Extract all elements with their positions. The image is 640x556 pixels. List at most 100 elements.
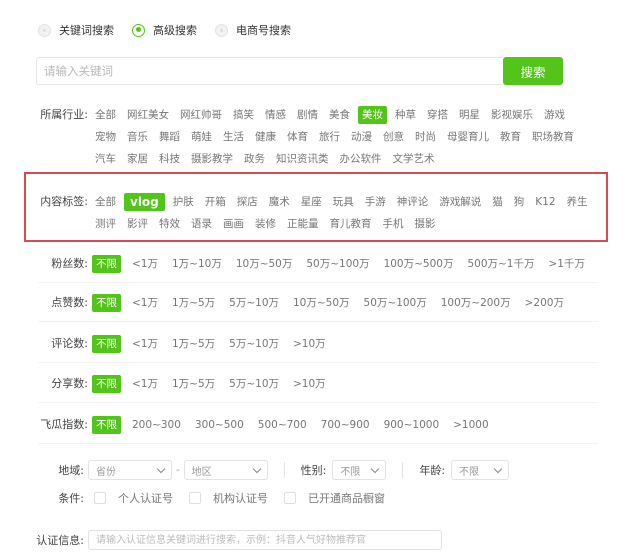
content-tag-option[interactable]: 游戏解说 (436, 193, 484, 211)
numeric-filter-option[interactable]: 50万~100万 (303, 255, 372, 273)
district-select[interactable]: 地区 (183, 460, 268, 480)
content-tag-option[interactable]: 玩具 (330, 193, 357, 211)
content-tag-option[interactable]: 育儿教育 (327, 215, 375, 233)
content-tag-option[interactable]: 特效 (156, 215, 183, 233)
industry-option[interactable]: 政务 (241, 150, 268, 168)
content-tag-option[interactable]: 探店 (234, 193, 261, 211)
numeric-filter-option[interactable]: 500万~1千万 (464, 255, 537, 273)
numeric-filter-option[interactable]: >1千万 (545, 255, 587, 273)
condition-checkbox[interactable]: 机构认证号 (189, 490, 268, 506)
industry-option[interactable]: 网红美女 (124, 106, 172, 124)
search-button[interactable]: 搜索 (503, 57, 563, 85)
industry-option[interactable]: 宠物 (92, 128, 119, 146)
numeric-filter-option[interactable]: 10万~50万 (233, 255, 296, 273)
industry-option[interactable]: 情感 (262, 106, 289, 124)
content-tag-option[interactable]: K12 (532, 193, 558, 211)
province-select[interactable]: 省份 (88, 460, 172, 480)
numeric-filter-option[interactable]: 200~300 (129, 416, 184, 434)
industry-option[interactable]: 明星 (456, 106, 483, 124)
content-tag-option[interactable]: 画画 (220, 215, 247, 233)
industry-option[interactable]: 知识资讯类 (273, 150, 332, 168)
numeric-filter-option[interactable]: <1万 (129, 294, 161, 312)
content-tag-option[interactable]: 手游 (362, 193, 389, 211)
industry-option[interactable]: 搞笑 (230, 106, 257, 124)
content-tag-option[interactable]: 手机 (380, 215, 407, 233)
content-tag-option[interactable]: 星座 (298, 193, 325, 211)
numeric-filter-option[interactable]: 500~700 (255, 416, 310, 434)
numeric-filter-option[interactable]: 900~1000 (381, 416, 443, 434)
industry-option[interactable]: 教育 (497, 128, 524, 146)
content-tag-option[interactable]: 正能量 (284, 215, 322, 233)
industry-option[interactable]: 影视娱乐 (488, 106, 536, 124)
industry-option[interactable]: 旅行 (316, 128, 343, 146)
industry-option[interactable]: 穿搭 (424, 106, 451, 124)
numeric-filter-option[interactable]: <1万 (129, 375, 161, 393)
condition-checkbox[interactable]: 已开通商品橱窗 (284, 490, 385, 506)
numeric-filter-option[interactable]: >10万 (290, 335, 329, 353)
gender-select[interactable]: 不限 (332, 460, 387, 480)
industry-option[interactable]: 家居 (124, 150, 151, 168)
search-mode-radio[interactable]: 电商号搜索 (215, 22, 291, 38)
numeric-filter-option[interactable]: 100万~200万 (438, 294, 514, 312)
content-tag-option[interactable]: 神评论 (394, 193, 432, 211)
age-select[interactable]: 不限 (451, 460, 510, 480)
industry-option[interactable]: 文学艺术 (390, 150, 438, 168)
industry-option[interactable]: 办公软件 (337, 150, 385, 168)
content-tag-option[interactable]: 养生 (564, 193, 591, 211)
industry-option[interactable]: 美妆 (358, 106, 387, 124)
content-tag-option[interactable]: 魔术 (266, 193, 293, 211)
search-mode-radio[interactable]: 高级搜索 (132, 22, 197, 38)
industry-option[interactable]: 舞蹈 (156, 128, 183, 146)
content-tag-option[interactable]: 狗 (511, 193, 528, 211)
numeric-filter-option[interactable]: 10万~50万 (290, 294, 353, 312)
numeric-filter-option[interactable]: <1万 (129, 255, 161, 273)
industry-option[interactable]: 时尚 (412, 128, 439, 146)
content-tag-option[interactable]: 语录 (188, 215, 215, 233)
numeric-filter-option[interactable]: 700~900 (318, 416, 373, 434)
certification-input[interactable] (88, 530, 442, 550)
numeric-filter-option[interactable]: 不限 (92, 416, 121, 434)
industry-option[interactable]: 生活 (220, 128, 247, 146)
industry-option[interactable]: 摄影教学 (188, 150, 236, 168)
industry-option[interactable]: 科技 (156, 150, 183, 168)
industry-option[interactable]: 网红帅哥 (177, 106, 225, 124)
content-tag-option[interactable]: 测评 (92, 215, 119, 233)
industry-option[interactable]: 游戏 (541, 106, 568, 124)
numeric-filter-option[interactable]: >10万 (290, 375, 329, 393)
industry-option[interactable]: 职场教育 (529, 128, 577, 146)
numeric-filter-option[interactable]: 1万~5万 (169, 335, 218, 353)
content-tag-option[interactable]: 猫 (489, 193, 506, 211)
content-tag-option[interactable]: 影评 (124, 215, 151, 233)
numeric-filter-option[interactable]: 50万~100万 (361, 294, 430, 312)
numeric-filter-option[interactable]: 不限 (92, 255, 121, 273)
content-tag-option[interactable]: 摄影 (412, 215, 439, 233)
content-tag-option[interactable]: 装修 (252, 215, 279, 233)
content-tag-option[interactable]: vlog (124, 193, 165, 211)
search-mode-radio[interactable]: 关键词搜索 (38, 22, 114, 38)
industry-option[interactable]: 全部 (92, 106, 119, 124)
numeric-filter-option[interactable]: 1万~10万 (169, 255, 225, 273)
numeric-filter-option[interactable]: 5万~10万 (226, 335, 282, 353)
numeric-filter-option[interactable]: <1万 (129, 335, 161, 353)
numeric-filter-option[interactable]: 5万~10万 (226, 375, 282, 393)
industry-option[interactable]: 汽车 (92, 150, 119, 168)
industry-option[interactable]: 剧情 (294, 106, 321, 124)
industry-option[interactable]: 创意 (380, 128, 407, 146)
industry-option[interactable]: 体育 (284, 128, 311, 146)
industry-option[interactable]: 萌娃 (188, 128, 215, 146)
keyword-search-input[interactable] (36, 57, 503, 85)
industry-option[interactable]: 音乐 (124, 128, 151, 146)
condition-checkbox[interactable]: 个人认证号 (94, 490, 173, 506)
content-tag-option[interactable]: 全部 (92, 193, 119, 211)
industry-option[interactable]: 美食 (326, 106, 353, 124)
content-tag-option[interactable]: 开箱 (202, 193, 229, 211)
industry-option[interactable]: 健康 (252, 128, 279, 146)
numeric-filter-option[interactable]: 1万~5万 (169, 375, 218, 393)
numeric-filter-option[interactable]: >1000 (450, 416, 492, 434)
numeric-filter-option[interactable]: >200万 (522, 294, 567, 312)
numeric-filter-option[interactable]: 300~500 (192, 416, 247, 434)
numeric-filter-option[interactable]: 5万~10万 (226, 294, 282, 312)
numeric-filter-option[interactable]: 不限 (92, 294, 121, 312)
industry-option[interactable]: 动漫 (348, 128, 375, 146)
numeric-filter-option[interactable]: 100万~500万 (381, 255, 457, 273)
